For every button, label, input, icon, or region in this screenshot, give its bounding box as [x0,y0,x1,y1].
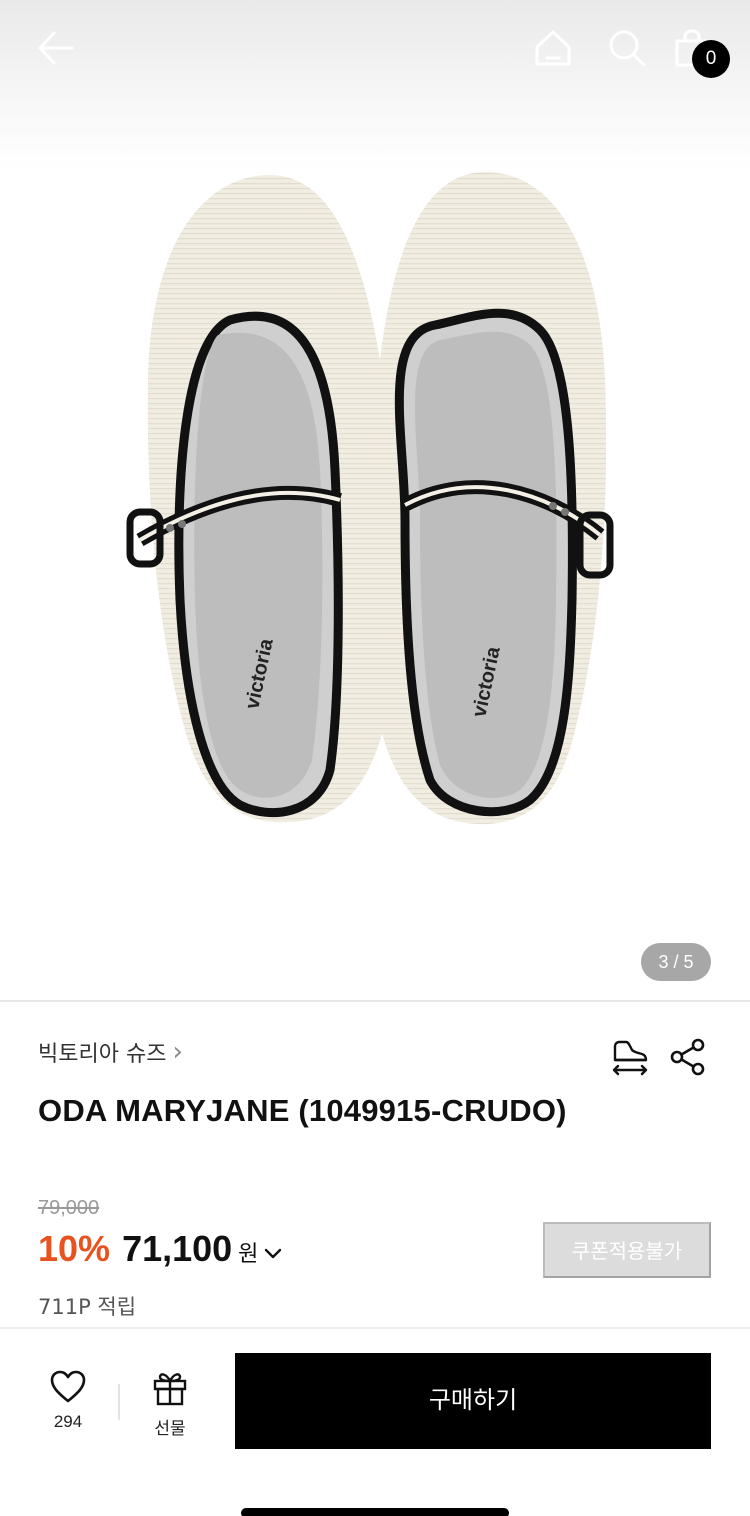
search-icon[interactable] [607,28,647,68]
cart-count-badge[interactable]: 0 [692,40,730,78]
left-shoe: victoria [126,175,397,823]
brand-name: 빅토리아 슈즈 [38,1042,167,1067]
like-count: 294 [53,1412,83,1431]
product-image: victoria victoria [126,172,614,825]
heart-icon [50,1370,86,1403]
gift-icon [153,1373,187,1406]
image-page-indicator: 3 / 5 [641,943,711,981]
shoe-size-icon[interactable] [610,1036,650,1078]
buy-button[interactable]: 구매하기 [235,1353,711,1449]
arrow-left-icon[interactable] [36,28,76,68]
original-price: 79,000 [38,1197,100,1219]
share-icon[interactable] [670,1038,706,1076]
home-icon[interactable] [533,28,573,68]
gift-button[interactable]: 선물 [138,1370,202,1440]
reward-points: 711P 적립 [38,1295,137,1319]
product-title: ODA MARYJANE (1049915-CRUDO) [38,1093,567,1128]
currency-label: 원 [238,1242,259,1267]
price-row[interactable]: 10% 71,100 원 [38,1228,282,1270]
divider [118,1384,120,1420]
coupon-button[interactable]: 쿠폰적용불가 [543,1222,711,1278]
product-image-gallery[interactable]: victoria victoria 0 3 / 5 [0,0,750,1000]
home-indicator [241,1508,509,1516]
chevron-right-icon: › [172,1037,183,1067]
chevron-down-icon[interactable] [264,1247,282,1261]
right-shoe: victoria [366,172,614,825]
discount-rate: 10% [38,1228,111,1269]
divider [0,1327,750,1329]
divider [0,1000,750,1002]
gift-label: 선물 [154,1419,186,1439]
like-button[interactable]: 294 [36,1370,100,1440]
top-navigation-bar: 0 [0,0,750,100]
brand-link[interactable]: 빅토리아 슈즈 › [38,1036,183,1068]
sale-price: 71,100 [122,1228,233,1269]
